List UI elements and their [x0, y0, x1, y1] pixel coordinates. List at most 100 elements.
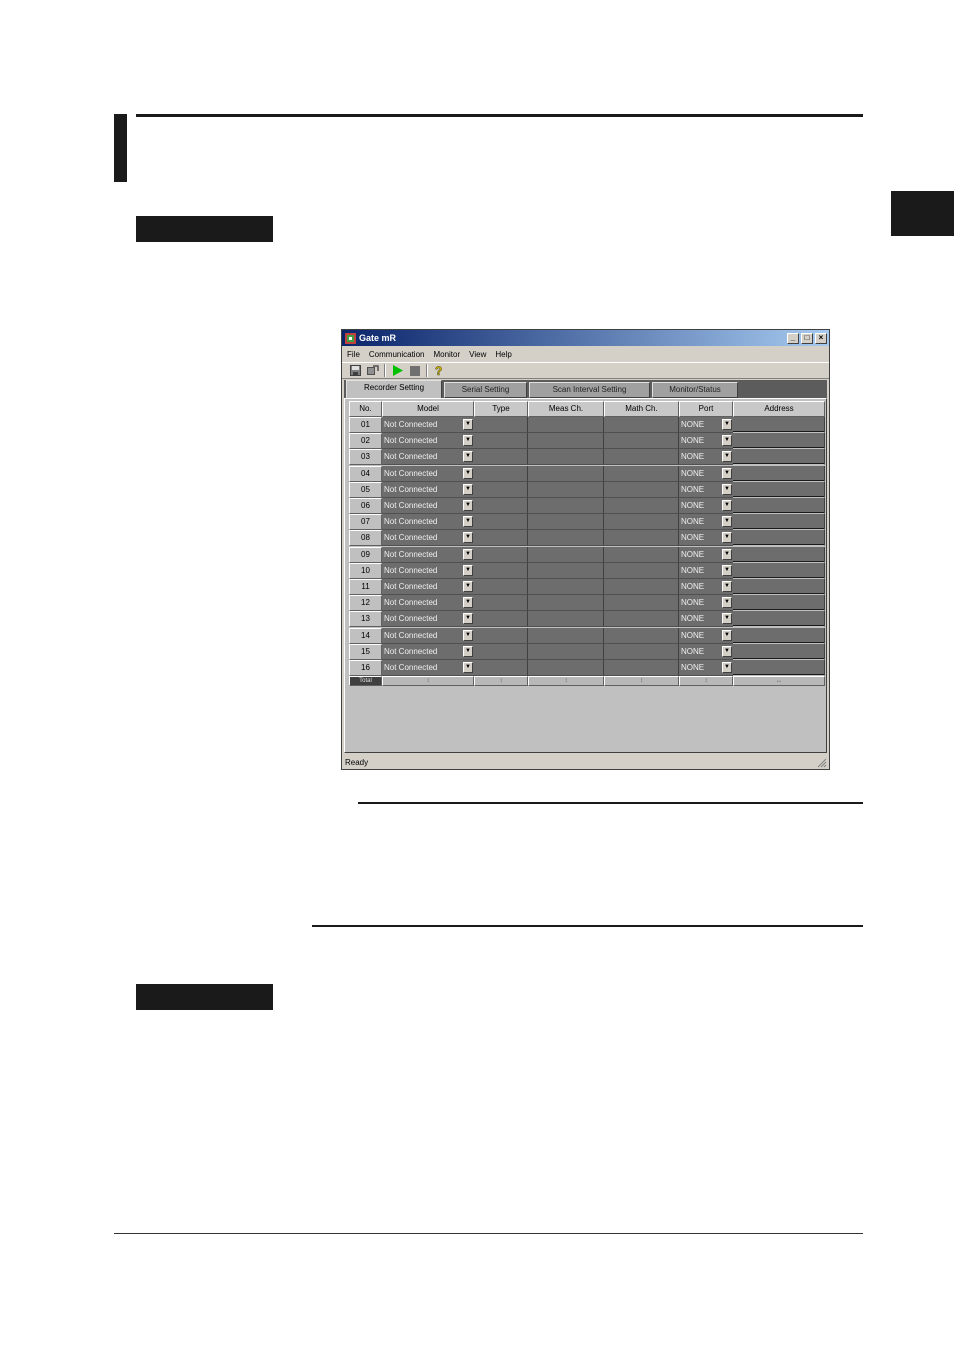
- port-select[interactable]: NONE ▼: [679, 417, 733, 433]
- port-select[interactable]: NONE ▼: [679, 660, 733, 676]
- chevron-down-icon[interactable]: ▼: [722, 613, 732, 625]
- math-ch-cell[interactable]: [604, 433, 679, 450]
- type-cell[interactable]: [474, 579, 528, 595]
- model-select[interactable]: Not Connected ▼: [382, 514, 474, 531]
- menu-view[interactable]: View: [469, 350, 486, 359]
- port-select[interactable]: NONE ▼: [679, 595, 733, 612]
- type-cell[interactable]: [474, 417, 528, 433]
- chevron-down-icon[interactable]: ▼: [463, 500, 473, 511]
- chevron-down-icon[interactable]: ▼: [722, 581, 732, 592]
- port-select[interactable]: NONE ▼: [679, 530, 733, 547]
- type-cell[interactable]: [474, 530, 528, 547]
- minimize-button[interactable]: _: [787, 332, 799, 344]
- model-select[interactable]: Not Connected ▼: [382, 465, 474, 482]
- address-cell[interactable]: [733, 433, 825, 450]
- chevron-down-icon[interactable]: ▼: [463, 662, 473, 673]
- tab-serial-setting[interactable]: Serial Setting: [444, 382, 527, 398]
- port-select[interactable]: NONE ▼: [679, 498, 733, 514]
- port-select[interactable]: NONE ▼: [679, 643, 733, 660]
- math-ch-cell[interactable]: [604, 530, 679, 547]
- type-cell[interactable]: [474, 433, 528, 450]
- port-select[interactable]: NONE ▼: [679, 481, 733, 498]
- meas-ch-cell[interactable]: [528, 562, 604, 579]
- model-select[interactable]: Not Connected ▼: [382, 417, 474, 433]
- chevron-down-icon[interactable]: ▼: [722, 516, 732, 528]
- type-cell[interactable]: [474, 498, 528, 514]
- address-cell[interactable]: [733, 660, 825, 676]
- address-cell[interactable]: [733, 498, 825, 514]
- meas-ch-cell[interactable]: [528, 530, 604, 547]
- stop-button[interactable]: [407, 364, 422, 378]
- math-ch-resize-handle[interactable]: ↕: [604, 676, 679, 687]
- meas-ch-cell[interactable]: [528, 514, 604, 531]
- chevron-down-icon[interactable]: ▼: [463, 516, 473, 528]
- chevron-down-icon[interactable]: ▼: [722, 564, 732, 576]
- model-select[interactable]: Not Connected ▼: [382, 660, 474, 676]
- port-resize-handle[interactable]: ↕: [679, 676, 733, 687]
- math-ch-cell[interactable]: [604, 417, 679, 433]
- math-ch-cell[interactable]: [604, 643, 679, 660]
- chevron-down-icon[interactable]: ▼: [463, 564, 473, 576]
- type-cell[interactable]: [474, 660, 528, 676]
- chevron-down-icon[interactable]: ▼: [463, 451, 473, 463]
- chevron-down-icon[interactable]: ▼: [463, 629, 473, 641]
- type-cell[interactable]: [474, 465, 528, 482]
- model-select[interactable]: Not Connected ▼: [382, 643, 474, 660]
- chevron-down-icon[interactable]: ▼: [463, 532, 473, 544]
- address-cell[interactable]: [733, 449, 825, 466]
- type-cell[interactable]: [474, 546, 528, 563]
- save-button[interactable]: [348, 364, 363, 378]
- port-select[interactable]: NONE ▼: [679, 562, 733, 579]
- menu-communication[interactable]: Communication: [369, 350, 425, 359]
- math-ch-cell[interactable]: [604, 481, 679, 498]
- address-cell[interactable]: [733, 579, 825, 595]
- math-ch-cell[interactable]: [604, 465, 679, 482]
- meas-ch-cell[interactable]: [528, 465, 604, 482]
- meas-ch-cell[interactable]: [528, 643, 604, 660]
- chevron-down-icon[interactable]: ▼: [463, 419, 473, 430]
- model-select[interactable]: Not Connected ▼: [382, 627, 474, 644]
- tab-monitor-status[interactable]: Monitor/Status: [652, 382, 738, 398]
- model-select[interactable]: Not Connected ▼: [382, 562, 474, 579]
- meas-ch-cell[interactable]: [528, 449, 604, 466]
- maximize-button[interactable]: □: [801, 332, 813, 344]
- address-cell[interactable]: [733, 530, 825, 547]
- port-select[interactable]: NONE ▼: [679, 611, 733, 628]
- model-select[interactable]: Not Connected ▼: [382, 546, 474, 563]
- address-cell[interactable]: [733, 546, 825, 563]
- tab-scan-interval-setting[interactable]: Scan Interval Setting: [529, 382, 650, 398]
- chevron-down-icon[interactable]: ▼: [463, 581, 473, 592]
- math-ch-cell[interactable]: [604, 546, 679, 563]
- chevron-down-icon[interactable]: ▼: [722, 435, 732, 447]
- meas-ch-cell[interactable]: [528, 498, 604, 514]
- type-cell[interactable]: [474, 611, 528, 628]
- chevron-down-icon[interactable]: ▼: [722, 451, 732, 463]
- chevron-down-icon[interactable]: ▼: [722, 532, 732, 544]
- chevron-down-icon[interactable]: ▼: [722, 597, 732, 609]
- model-select[interactable]: Not Connected ▼: [382, 595, 474, 612]
- address-cell[interactable]: [733, 562, 825, 579]
- chevron-down-icon[interactable]: ▼: [722, 500, 732, 511]
- math-ch-cell[interactable]: [604, 449, 679, 466]
- math-ch-cell[interactable]: [604, 595, 679, 612]
- chevron-down-icon[interactable]: ▼: [722, 419, 732, 430]
- model-select[interactable]: Not Connected ▼: [382, 433, 474, 450]
- chevron-down-icon[interactable]: ▼: [463, 548, 473, 560]
- chevron-down-icon[interactable]: ▼: [722, 483, 732, 495]
- chevron-down-icon[interactable]: ▼: [463, 613, 473, 625]
- address-cell[interactable]: [733, 417, 825, 433]
- type-cell[interactable]: [474, 562, 528, 579]
- model-select[interactable]: Not Connected ▼: [382, 498, 474, 514]
- chevron-down-icon[interactable]: ▼: [463, 435, 473, 447]
- model-select[interactable]: Not Connected ▼: [382, 530, 474, 547]
- port-select[interactable]: NONE ▼: [679, 627, 733, 644]
- chevron-down-icon[interactable]: ▼: [722, 645, 732, 657]
- type-cell[interactable]: [474, 449, 528, 466]
- address-cell[interactable]: [733, 514, 825, 531]
- meas-ch-cell[interactable]: [528, 417, 604, 433]
- port-select[interactable]: NONE ▼: [679, 579, 733, 595]
- chevron-down-icon[interactable]: ▼: [463, 597, 473, 609]
- address-cell[interactable]: [733, 643, 825, 660]
- type-cell[interactable]: [474, 643, 528, 660]
- meas-ch-cell[interactable]: [528, 481, 604, 498]
